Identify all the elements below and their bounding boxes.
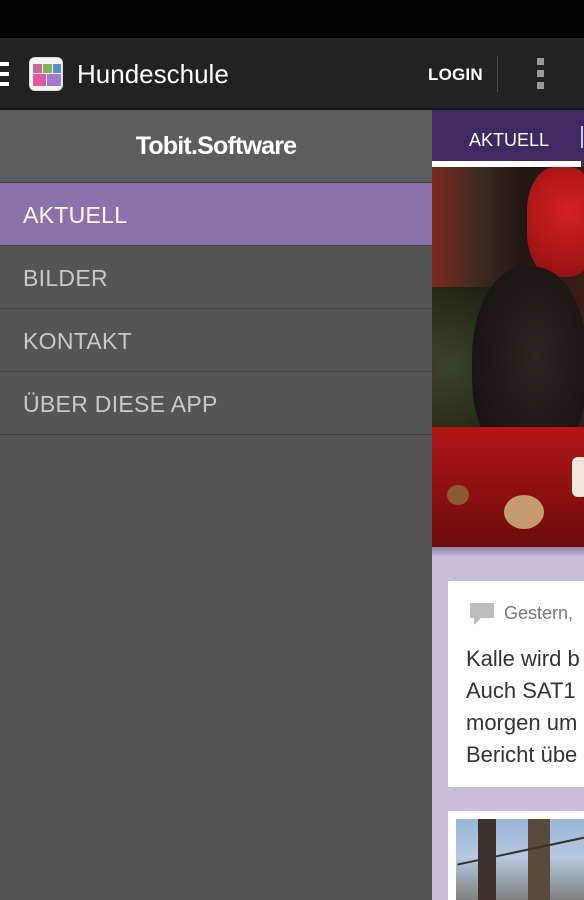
post-text: Kalle wird b Auch SAT1 morgen um Bericht… — [466, 643, 580, 771]
menu-item-label: BILDER — [23, 265, 108, 291]
status-bar — [0, 0, 584, 38]
menu-item-aktuell[interactable]: AKTUELL — [0, 183, 432, 246]
post-image[interactable] — [456, 819, 584, 900]
hero-shadow — [432, 547, 584, 557]
menu-item-ueber-diese-app[interactable]: ÜBER DIESE APP — [0, 372, 432, 435]
post-card[interactable]: Gestern, Kalle wird b Auch SAT1 morgen u… — [448, 581, 584, 787]
login-button[interactable]: LOGIN — [428, 64, 483, 86]
app-title: Hundeschule — [77, 59, 229, 89]
menu-item-kontakt[interactable]: KONTAKT — [0, 309, 432, 372]
hamburger-icon[interactable] — [0, 62, 9, 86]
actionbar-divider — [497, 56, 498, 92]
navigation-drawer: Tobit.Software AKTUELL BILDER KONTAKT ÜB… — [0, 110, 432, 900]
main-content: AKTUELL Gestern, Kalle wird b Auch SAT1 … — [432, 110, 584, 900]
post-card-2[interactable] — [448, 811, 584, 900]
menu-item-label: AKTUELL — [23, 202, 128, 228]
post-text-line: morgen um — [466, 710, 578, 735]
comment-icon — [470, 603, 494, 625]
menu-item-label: KONTAKT — [23, 328, 133, 354]
post-text-line: Kalle wird b — [466, 646, 580, 671]
drawer-header: Tobit.Software — [0, 110, 432, 183]
menu-item-bilder[interactable]: BILDER — [0, 246, 432, 309]
app-icon[interactable] — [29, 57, 63, 91]
brand-logo: Tobit.Software — [135, 132, 297, 160]
post-date: Gestern, — [504, 603, 574, 623]
post-text-line: Auch SAT1 — [466, 678, 576, 703]
tab-divider — [581, 126, 583, 148]
hero-image[interactable] — [432, 167, 584, 547]
menu-item-label: ÜBER DIESE APP — [23, 391, 218, 417]
tab-label: AKTUELL — [469, 130, 550, 150]
post-text-line: Bericht übe — [466, 742, 578, 767]
tab-aktuell[interactable]: AKTUELL — [432, 110, 581, 164]
tab-bar: AKTUELL — [432, 110, 584, 167]
action-bar: Hundeschule LOGIN — [0, 38, 584, 110]
overflow-menu-icon[interactable] — [537, 58, 545, 90]
